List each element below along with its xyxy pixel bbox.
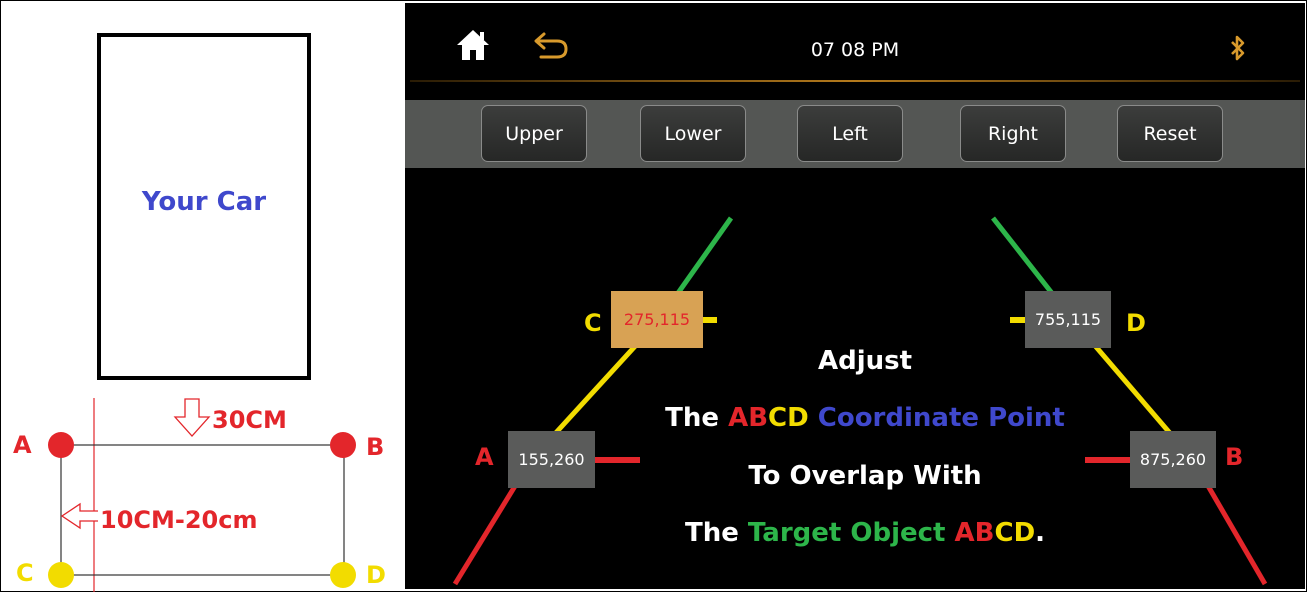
point-b-coordinate[interactable]: 875,260 (1130, 431, 1216, 488)
point-c-letter: C (584, 309, 602, 337)
side-distance-label: 10CM-20cm (100, 506, 258, 534)
point-a-letter: A (475, 443, 494, 471)
point-c-dot (48, 562, 74, 588)
point-c-coordinate[interactable]: 275,115 (611, 291, 703, 348)
gap-label: 30CM (212, 406, 287, 434)
parking-guide-lines (452, 216, 1268, 586)
instruction-line-4: The Target Object ABCD. (684, 518, 1046, 548)
point-b-dot (330, 432, 356, 458)
point-d-letter: D (1126, 309, 1146, 337)
point-b-label: B (366, 433, 385, 461)
instruction-line-1: Adjust (817, 346, 913, 376)
instruction-line-3: To Overlap With (748, 461, 982, 491)
diagram-lines (48, 398, 356, 592)
point-b-letter: B (1225, 443, 1244, 471)
down-arrow-icon (173, 398, 211, 437)
point-d-label: D (366, 561, 386, 589)
point-d-coordinate[interactable]: 755,115 (1025, 291, 1111, 348)
point-d-dot (330, 562, 356, 588)
installation-diagram: Your Car 30CM 10CM-20cm A B C D (0, 0, 405, 592)
point-a-dot (48, 432, 74, 458)
point-c-label: C (16, 559, 34, 587)
left-arrow-icon (60, 502, 98, 530)
point-a-label: A (13, 431, 32, 459)
point-a-coordinate[interactable]: 155,260 (508, 431, 595, 488)
head-unit-screen: 07 08 PM Upper Lower Left Right Reset 15… (405, 3, 1305, 589)
instruction-line-2: The ABCD Coordinate Point (665, 403, 1065, 433)
